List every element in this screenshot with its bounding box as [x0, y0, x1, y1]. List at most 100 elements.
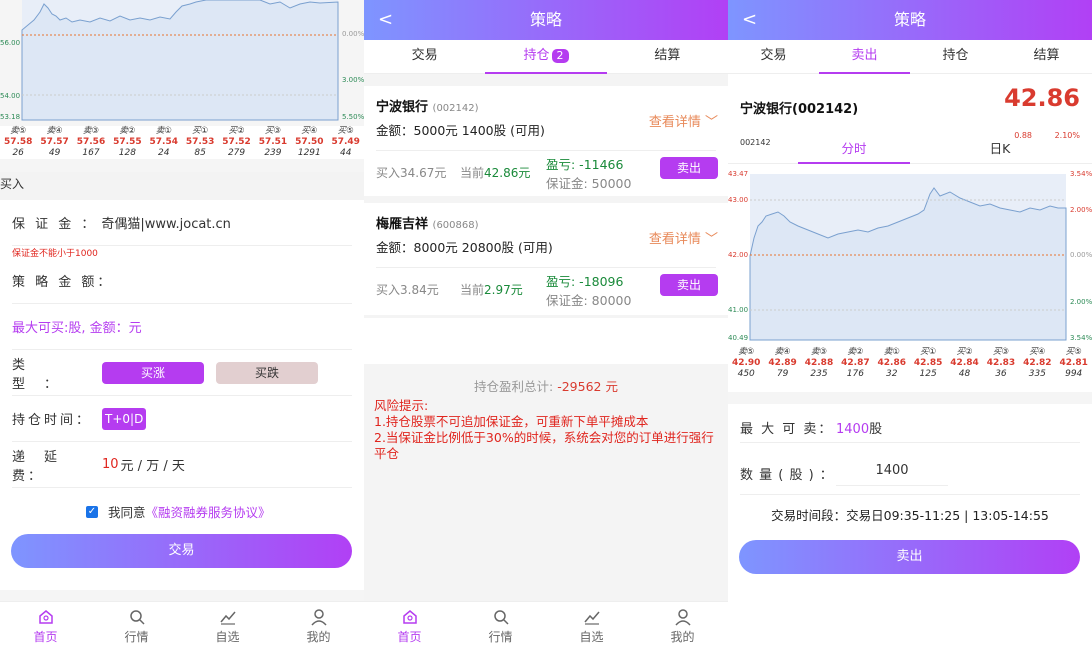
view-detail-link[interactable]: 查看详情 ﹀: [649, 228, 718, 247]
type-label: 类 型 ：: [12, 357, 61, 392]
level-vol: 48: [958, 369, 971, 379]
section-label: 买入: [0, 172, 364, 200]
level-vol: 49: [48, 148, 61, 158]
position-name: 宁波银行 (002142): [376, 100, 479, 115]
tab-daily-k[interactable]: 日K: [944, 138, 1056, 157]
tab-home[interactable]: 首页: [0, 602, 91, 647]
tab-positions[interactable]: 持仓 2: [485, 40, 607, 74]
tab-watchlist-label: 自选: [579, 630, 604, 644]
level-price: 42.88: [804, 358, 834, 368]
amount-row: 策 略 金 额：: [12, 258, 352, 304]
qty-input[interactable]: 1400: [836, 456, 948, 486]
agreement-link[interactable]: 《融资融券服务协议》: [146, 502, 271, 521]
tab-watchlist[interactable]: 自选: [182, 602, 273, 647]
buy-down-button[interactable]: 买跌: [216, 361, 318, 384]
trade-button[interactable]: 交易: [11, 534, 352, 568]
position-card: 梅雁吉祥 (600868) 金额：8000元 20800股 (可用) 查看详情 …: [364, 203, 728, 315]
tab-profile-label: 我的: [306, 630, 331, 644]
level-side: 买②: [228, 126, 245, 136]
position-margin: 保证金: 80000: [546, 293, 632, 308]
sell-submit-button[interactable]: 卖出: [739, 540, 1080, 574]
tab-watchlist-label: 自选: [215, 630, 240, 644]
buy-up-button[interactable]: 买涨: [102, 361, 204, 384]
level-price: 57.57: [40, 137, 69, 147]
tab-positions[interactable]: 持仓: [910, 40, 1001, 73]
tab-market-label: 行情: [124, 630, 149, 644]
tab-profile-label: 我的: [670, 630, 695, 644]
view-detail-link[interactable]: 查看详情 ﹀: [649, 111, 718, 130]
tab-settlement[interactable]: 结算: [1001, 40, 1092, 73]
tab-profile[interactable]: 我的: [637, 602, 728, 647]
trade-time-text: 交易时间段：交易日09:35-11:25 | 13:05-14:55: [771, 508, 1049, 523]
hold-select[interactable]: T+0|D: [102, 407, 147, 430]
stock-code: 002142: [740, 138, 771, 147]
position-code: (002142): [432, 103, 479, 114]
y-tick-1: 56.00: [0, 39, 20, 47]
level-price: 57.56: [76, 137, 106, 147]
tab-trade[interactable]: 交易: [364, 40, 485, 73]
order-book-row: 卖⑤ 42.90 450 卖④ 42.89 79 卖③ 42.88 235 卖② 42.87 176 卖…: [728, 347, 1092, 380]
bottom-tabbar: 首页 行情 自选 我的: [0, 601, 364, 647]
order-book-level: 买⑤ 57.49 44: [328, 126, 364, 159]
sell-button[interactable]: 卖出: [660, 157, 718, 179]
amount-label: 策 略 金 额：: [12, 275, 114, 290]
tab-sell[interactable]: 卖出: [819, 40, 910, 74]
sell-button[interactable]: 卖出: [660, 274, 718, 296]
tab-trade[interactable]: 交易: [728, 40, 819, 73]
user-icon: [674, 609, 691, 626]
y-tick-4: 41.00: [728, 306, 748, 314]
position-amount: 金额：5000元 1400股 (可用): [376, 123, 545, 138]
search-icon: [493, 610, 509, 625]
right-tick-1: 0.00%: [342, 30, 364, 38]
margin-label: 保 证 金 ：: [12, 217, 98, 232]
level-price: 42.89: [768, 358, 797, 368]
order-book-level: 卖⑤ 57.58 26: [0, 126, 36, 159]
right-tick-4: 2.00%: [1070, 298, 1092, 306]
tab-profile[interactable]: 我的: [273, 602, 364, 647]
right-tick-3: 5.50%: [342, 113, 364, 121]
sell-panel: < 策略 交易 卖出 持仓 结算 宁波银行(002142) 42.86 0021…: [728, 0, 1092, 647]
margin-input[interactable]: 奇偶猫|www.jocat.cn: [101, 213, 231, 232]
level-vol: 32: [886, 369, 898, 379]
position-buy-price: 买入34.67元: [376, 166, 447, 180]
level-vol: 279: [227, 148, 246, 158]
back-icon[interactable]: <: [742, 0, 757, 40]
tab-home[interactable]: 首页: [364, 602, 455, 647]
y-tick-2: 54.00: [0, 92, 20, 100]
tab-positions-label: 持仓: [523, 48, 550, 63]
agree-checkbox[interactable]: ✓: [86, 505, 98, 518]
tab-settlement[interactable]: 结算: [607, 40, 728, 73]
tab-intraday[interactable]: 分时: [798, 138, 910, 164]
stock-price: 42.86: [1004, 84, 1080, 112]
fee-unit: 元 / 万 / 天: [120, 459, 185, 474]
search-icon: [129, 610, 145, 625]
order-book-row: 卖⑤ 57.58 26 卖④ 57.57 49 卖③ 57.56 167 卖② 57.55 128 卖①…: [0, 126, 364, 159]
strategy-tabs: 交易 卖出 持仓 结算: [728, 40, 1092, 74]
level-side: 卖④: [774, 347, 791, 357]
fee-value: 10: [102, 457, 119, 472]
header-bar: < 策略: [364, 0, 728, 40]
level-price: 57.58: [3, 137, 33, 147]
level-vol: 128: [118, 148, 136, 158]
level-side: 买①: [192, 126, 209, 136]
level-price: 57.49: [331, 137, 360, 147]
y-tick-1: 43.47: [728, 170, 748, 178]
level-price: 57.55: [113, 137, 142, 147]
position-code: (600868): [432, 220, 479, 231]
order-book-level: 卖④ 57.57 49: [37, 126, 73, 159]
tab-home-label: 首页: [397, 630, 422, 644]
back-icon[interactable]: <: [378, 0, 393, 40]
order-book-level: 买② 42.84 48: [947, 347, 983, 380]
level-price: 42.90: [731, 358, 761, 368]
level-vol: 176: [846, 369, 864, 379]
y-tick-3: 42.00: [728, 251, 748, 259]
level-side: 买③: [264, 126, 281, 136]
agree-prefix: 我同意: [108, 505, 146, 520]
tab-watchlist[interactable]: 自选: [546, 602, 637, 647]
right-tick-2: 2.00%: [1070, 206, 1092, 214]
position-amount: 金额：8000元 20800股 (可用): [376, 240, 553, 255]
right-tick-1: 3.54%: [1070, 170, 1092, 178]
tab-market[interactable]: 行情: [91, 602, 182, 647]
level-price: 42.85: [913, 358, 943, 368]
tab-market[interactable]: 行情: [455, 602, 546, 647]
